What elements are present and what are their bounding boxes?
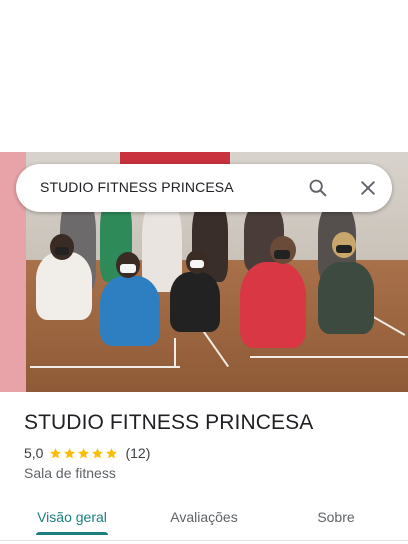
star-icon: [64, 447, 76, 458]
photo-mask: [336, 245, 352, 253]
rating-value: 5,0: [24, 445, 44, 461]
photo-person: [100, 276, 160, 346]
place-category[interactable]: Sala de fitness: [24, 465, 116, 481]
photo-person: [318, 262, 374, 334]
floor-line: [30, 366, 180, 368]
close-icon: [361, 181, 375, 195]
active-tab-indicator: [36, 532, 108, 535]
star-icon: [78, 447, 90, 458]
blank-header-area: [0, 0, 408, 152]
review-count[interactable]: (12): [125, 445, 150, 461]
tabs-divider: [0, 540, 408, 541]
star-rating: [49, 447, 119, 460]
floor-line: [174, 338, 176, 368]
clear-search-button[interactable]: [352, 172, 384, 204]
tab-reviews[interactable]: Avaliações: [152, 494, 256, 540]
photo-person: [170, 272, 220, 332]
search-button[interactable]: [302, 172, 334, 204]
place-title: STUDIO FITNESS PRINCESA: [24, 411, 314, 434]
photo-mask: [55, 247, 69, 255]
search-icon: [309, 179, 327, 197]
photo-person: [240, 262, 306, 348]
photo-mask: [120, 264, 136, 273]
search-bar[interactable]: STUDIO FITNESS PRINCESA: [16, 164, 392, 212]
photo-person: [36, 252, 92, 320]
star-icon: [92, 447, 104, 458]
star-icon: [106, 447, 118, 458]
search-input[interactable]: STUDIO FITNESS PRINCESA: [40, 179, 234, 195]
tab-about[interactable]: Sobre: [296, 494, 376, 540]
photo-mask: [274, 250, 290, 259]
photo-mask: [190, 260, 204, 268]
floor-line: [250, 356, 408, 358]
star-icon: [50, 447, 62, 458]
rating-row[interactable]: 5,0 (12): [24, 444, 150, 462]
place-tabs: Visão geral Avaliações Sobre: [0, 494, 408, 540]
